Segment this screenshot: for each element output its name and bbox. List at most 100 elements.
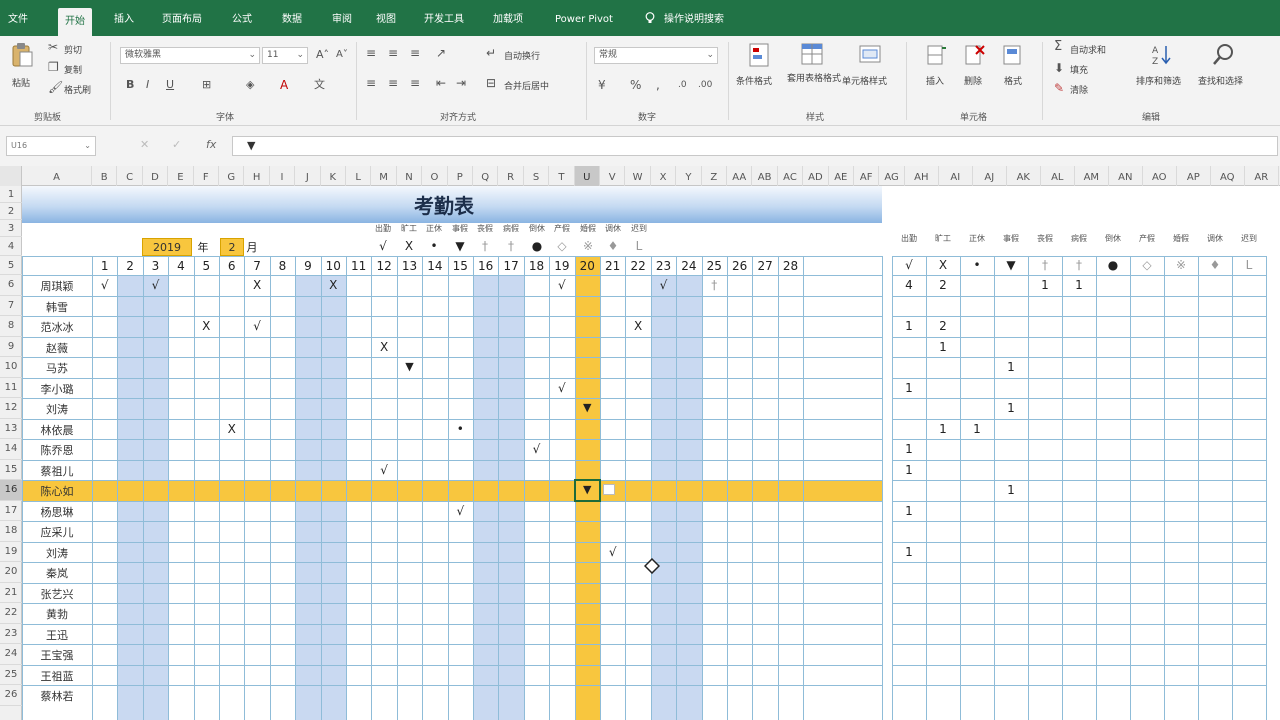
- column-header-d[interactable]: D: [143, 166, 169, 186]
- employee-name[interactable]: 张艺兴: [22, 586, 92, 602]
- tab-data[interactable]: 数据: [282, 0, 302, 36]
- employee-name[interactable]: 王宝强: [22, 647, 92, 663]
- column-header-ak[interactable]: AK: [1007, 166, 1041, 186]
- merge-center-button[interactable]: 合并后居中: [504, 79, 549, 92]
- attendance-mark[interactable]: √: [371, 463, 396, 477]
- attendance-mark[interactable]: ▼: [397, 360, 422, 373]
- font-color-icon[interactable]: A: [280, 78, 288, 92]
- cut-icon[interactable]: ✂: [48, 40, 58, 54]
- tab-home[interactable]: 开始: [58, 8, 92, 36]
- tab-file[interactable]: 文件: [8, 0, 28, 36]
- tab-insert[interactable]: 插入: [114, 0, 134, 36]
- border-icon[interactable]: ⊞: [202, 78, 211, 92]
- employee-name[interactable]: 杨思琳: [22, 504, 92, 520]
- column-header-j[interactable]: J: [295, 166, 321, 186]
- column-header-ag[interactable]: AG: [879, 166, 905, 186]
- sort-filter-icon[interactable]: AZ: [1150, 42, 1174, 68]
- row-header-24[interactable]: 24: [0, 644, 22, 665]
- attendance-mark[interactable]: •: [448, 422, 473, 436]
- column-header-ai[interactable]: AI: [939, 166, 973, 186]
- fill-button[interactable]: 填充: [1070, 63, 1088, 76]
- employee-name[interactable]: 蔡林若: [22, 688, 92, 704]
- employee-name[interactable]: 秦岚: [22, 565, 92, 581]
- insert-cells-icon[interactable]: [924, 42, 948, 68]
- cell-styles-button[interactable]: 单元格样式: [842, 74, 887, 87]
- employee-name[interactable]: 李小璐: [22, 381, 92, 397]
- format-painter-icon[interactable]: 🖌: [48, 80, 63, 94]
- row-header-15[interactable]: 15: [0, 460, 22, 480]
- employee-name[interactable]: 应采儿: [22, 524, 92, 540]
- column-header-c[interactable]: C: [117, 166, 143, 186]
- fill-color-icon[interactable]: ◈: [246, 78, 254, 92]
- column-header-z[interactable]: Z: [702, 166, 727, 186]
- column-header-a[interactable]: A: [22, 166, 92, 186]
- column-header-al[interactable]: AL: [1041, 166, 1075, 186]
- employee-name[interactable]: 蔡祖儿: [22, 463, 92, 479]
- font-size-select[interactable]: 11 ⌄: [262, 47, 308, 64]
- phonetic-icon[interactable]: 文: [314, 78, 325, 92]
- autosum-icon[interactable]: Σ: [1054, 40, 1062, 54]
- employee-name[interactable]: 范冰冰: [22, 319, 92, 335]
- row-header-18[interactable]: 18: [0, 521, 22, 542]
- row-header-21[interactable]: 21: [0, 583, 22, 603]
- row-header-8[interactable]: 8: [0, 316, 22, 337]
- attendance-mark[interactable]: √: [143, 278, 168, 292]
- row-header-12[interactable]: 12: [0, 398, 22, 419]
- attendance-mark[interactable]: ▼: [575, 401, 600, 414]
- row-header-4[interactable]: 4: [0, 237, 22, 256]
- copy-icon[interactable]: ❐: [48, 60, 59, 74]
- column-header-ao[interactable]: AO: [1143, 166, 1177, 186]
- worksheet[interactable]: 考勤表 出勤 旷工 正休 事假 丧假 病假 倒休 产假 婚假 调休 迟到 √ X • ▼ † † ● ◇ ※ ♦ L 2019…: [0, 166, 1280, 720]
- cell-grid[interactable]: 考勤表 出勤 旷工 正休 事假 丧假 病假 倒休 产假 婚假 调休 迟到 √ X • ▼ † † ● ◇ ※ ♦ L 2019…: [0, 166, 1280, 720]
- clear-button[interactable]: 清除: [1070, 83, 1088, 96]
- attendance-mark[interactable]: √: [600, 545, 625, 559]
- cancel-icon[interactable]: ✕: [140, 138, 149, 151]
- column-header-r[interactable]: R: [498, 166, 524, 186]
- align-right-icon[interactable]: ≡: [410, 76, 420, 90]
- align-left-icon[interactable]: ≡: [366, 76, 376, 90]
- column-header-af[interactable]: AF: [854, 166, 880, 186]
- italic-icon[interactable]: I: [146, 78, 149, 92]
- number-format-select[interactable]: 常规 ⌄: [594, 47, 718, 64]
- attendance-mark[interactable]: X: [244, 278, 269, 292]
- format-button[interactable]: 格式: [1004, 74, 1022, 87]
- attendance-mark[interactable]: √: [524, 442, 549, 456]
- employee-name[interactable]: 韩雪: [22, 299, 92, 315]
- delete-button[interactable]: 删除: [964, 74, 982, 87]
- employee-name[interactable]: 马苏: [22, 360, 92, 376]
- row-header-22[interactable]: 22: [0, 603, 22, 624]
- format-as-table-icon[interactable]: [800, 42, 824, 68]
- align-top-icon[interactable]: ≡: [366, 46, 376, 60]
- column-header-x[interactable]: X: [651, 166, 677, 186]
- column-header-aq[interactable]: AQ: [1211, 166, 1245, 186]
- column-header-h[interactable]: H: [244, 166, 270, 186]
- attendance-mark[interactable]: X: [219, 422, 244, 436]
- align-center-icon[interactable]: ≡: [388, 76, 398, 90]
- format-cells-icon[interactable]: [1000, 42, 1024, 68]
- employee-name[interactable]: 陈乔恩: [22, 442, 92, 458]
- attendance-mark[interactable]: √: [549, 278, 574, 292]
- column-header-ar[interactable]: AR: [1245, 166, 1279, 186]
- row-header-1[interactable]: 1: [0, 186, 22, 203]
- bold-icon[interactable]: B: [126, 78, 134, 92]
- column-header-s[interactable]: S: [524, 166, 550, 186]
- attendance-mark[interactable]: √: [92, 278, 117, 292]
- format-painter-button[interactable]: 格式刷: [64, 83, 91, 96]
- row-header-17[interactable]: 17: [0, 501, 22, 521]
- tab-developer[interactable]: 开发工具: [424, 0, 464, 36]
- find-select-button[interactable]: 查找和选择: [1198, 74, 1243, 87]
- tab-page-layout[interactable]: 页面布局: [162, 0, 202, 36]
- column-header-b[interactable]: B: [92, 166, 118, 186]
- autofill-options[interactable]: [603, 484, 615, 495]
- increase-indent-icon[interactable]: ⇥: [456, 76, 466, 90]
- row-header-25[interactable]: 25: [0, 665, 22, 685]
- attendance-mark[interactable]: †: [702, 278, 727, 292]
- tab-formulas[interactable]: 公式: [232, 0, 252, 36]
- row-header-3[interactable]: 3: [0, 220, 22, 237]
- row-header-11[interactable]: 11: [0, 378, 22, 398]
- attendance-mark[interactable]: √: [448, 504, 473, 518]
- enter-icon[interactable]: ✓: [172, 138, 181, 151]
- row-header-13[interactable]: 13: [0, 419, 22, 439]
- attendance-mark[interactable]: √: [244, 319, 269, 333]
- row-header-26[interactable]: 26: [0, 685, 22, 706]
